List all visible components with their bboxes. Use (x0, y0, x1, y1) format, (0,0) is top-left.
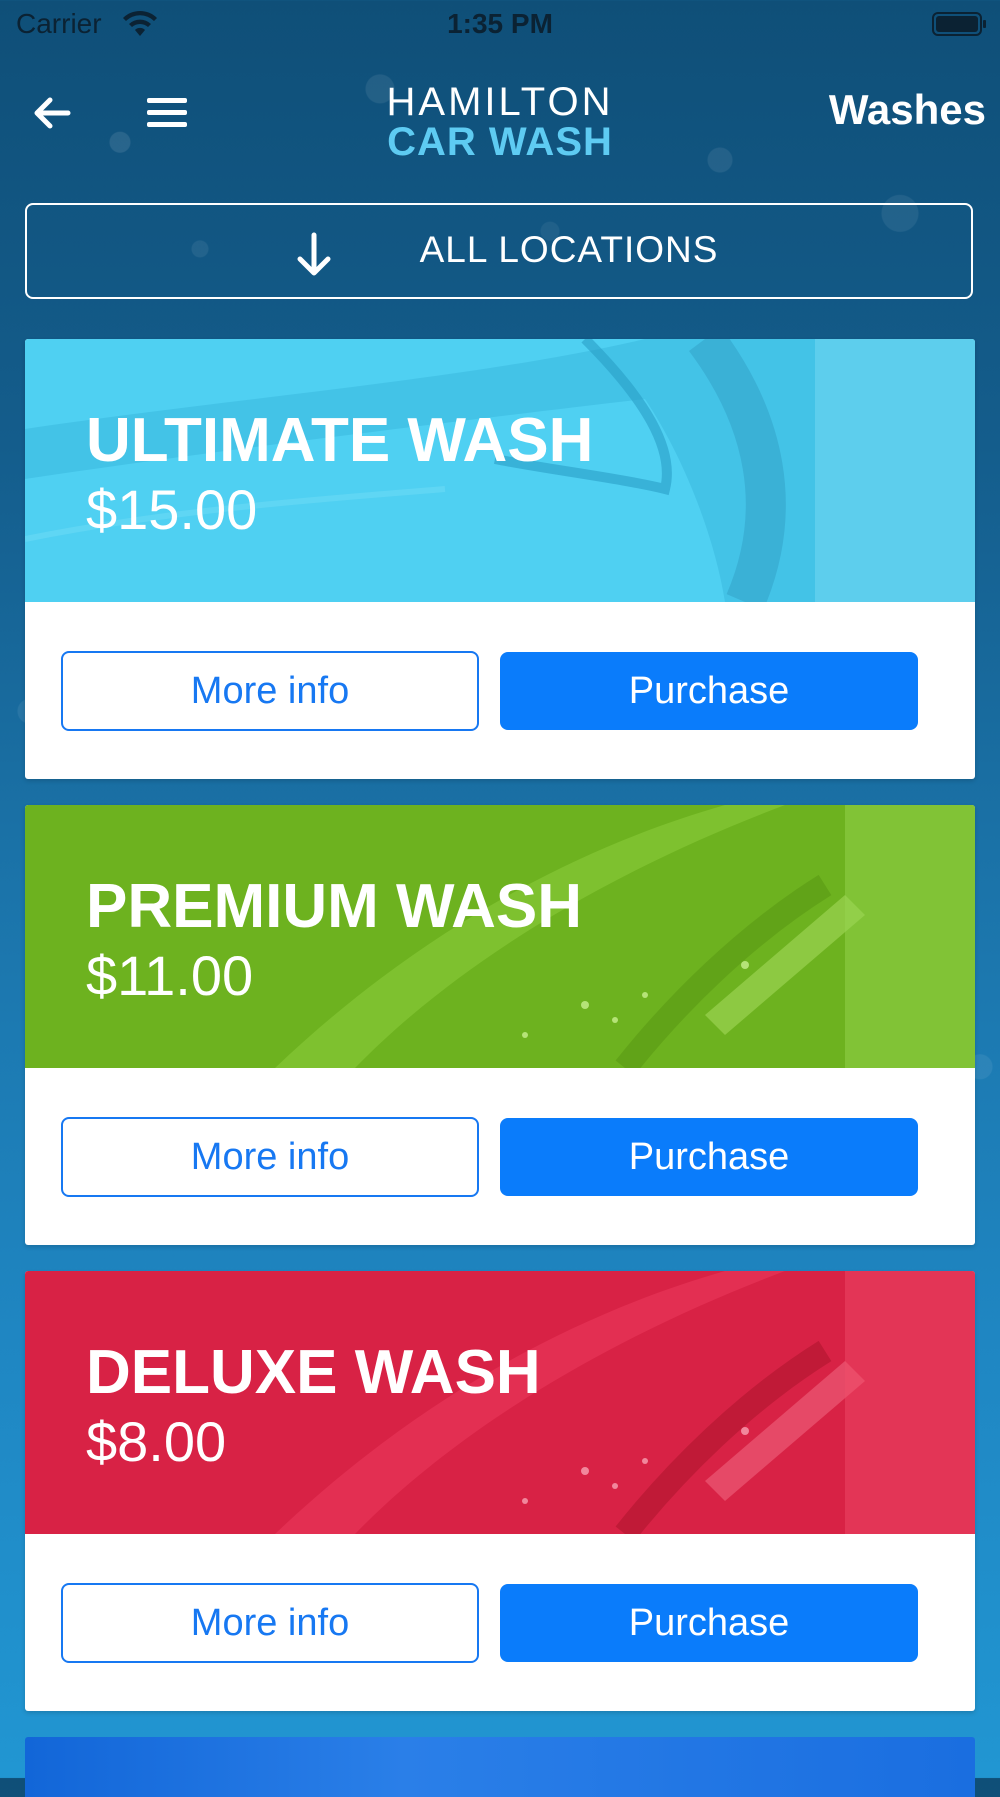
wash-banner-premium: PREMIUM WASH $11.00 (25, 805, 975, 1068)
location-selector-button[interactable]: ALL LOCATIONS (25, 203, 973, 299)
wash-banner-deluxe: DELUXE WASH $8.00 (25, 1271, 975, 1534)
status-bar: Carrier 1:35 PM (0, 0, 1000, 50)
more-info-button[interactable]: More info (61, 1117, 479, 1197)
purchase-button[interactable]: Purchase (500, 652, 918, 730)
status-time: 1:35 PM (447, 8, 553, 39)
purchase-button[interactable]: Purchase (500, 1118, 918, 1196)
wash-price: $8.00 (86, 1410, 227, 1473)
wash-card-premium: PREMIUM WASH $11.00 More info Purchase (25, 805, 975, 1245)
location-label: ALL LOCATIONS (419, 229, 719, 270)
wash-price: $15.00 (86, 478, 258, 541)
page-title: Washes (828, 86, 986, 133)
wash-card-ultimate: ULTIMATE WASH $15.00 More info Purchase (25, 339, 975, 779)
wash-banner-ultimate: ULTIMATE WASH $15.00 (25, 339, 975, 602)
more-info-button[interactable]: More info (61, 1583, 479, 1663)
battery-icon (932, 12, 986, 36)
wash-name: ULTIMATE WASH (86, 406, 594, 475)
more-info-button[interactable]: More info (61, 651, 479, 731)
wash-card-partial (25, 1737, 975, 1797)
purchase-button[interactable]: Purchase (500, 1584, 918, 1662)
wash-name: DELUXE WASH (86, 1338, 541, 1407)
wash-card-deluxe: DELUXE WASH $8.00 More info Purchase (25, 1271, 975, 1711)
wash-name: PREMIUM WASH (86, 872, 582, 941)
wash-price: $11.00 (86, 944, 254, 1007)
